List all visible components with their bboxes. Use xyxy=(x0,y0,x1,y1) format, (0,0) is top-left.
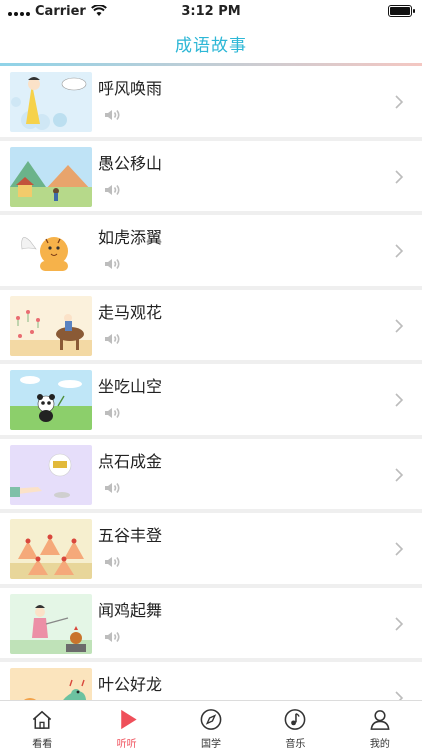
house-icon xyxy=(33,710,52,729)
tab-compass[interactable]: 国学 xyxy=(169,701,253,750)
status-time: 3:12 PM xyxy=(181,3,241,19)
story-row[interactable]: 坐吃山空 xyxy=(0,364,422,439)
tab-music-note[interactable]: 音乐 xyxy=(253,701,337,750)
tab-person[interactable]: 我的 xyxy=(338,701,422,750)
tab-label: 国学 xyxy=(201,739,222,750)
story-title: 愚公移山 xyxy=(98,153,163,173)
tab-label: 我的 xyxy=(369,739,390,750)
winged-tiger-illustration xyxy=(10,221,92,281)
dragon-illustration xyxy=(10,668,92,700)
person-icon xyxy=(370,710,390,730)
story-row[interactable]: 五谷丰登 xyxy=(0,513,422,588)
story-title: 五谷丰登 xyxy=(98,526,163,545)
chevron-right-icon xyxy=(395,393,404,407)
mountain-landscape-illustration xyxy=(10,146,92,207)
sword-dancer-rooster-illustration xyxy=(10,593,92,654)
chevron-right-icon xyxy=(395,169,404,184)
horse-rider-flowers-illustration xyxy=(10,295,92,356)
speaker-icon[interactable] xyxy=(102,478,122,498)
tab-label: 音乐 xyxy=(285,739,306,750)
tab-label: 看看 xyxy=(32,739,53,750)
story-row[interactable]: 愚公移山 xyxy=(0,140,422,215)
play-icon xyxy=(120,709,137,730)
finger-gold-illustration xyxy=(10,444,92,505)
story-title: 坐吃山空 xyxy=(98,377,163,396)
chevron-right-icon xyxy=(395,318,404,333)
story-title: 走马观花 xyxy=(98,302,163,322)
story-row[interactable]: 点石成金 xyxy=(0,438,422,513)
speaker-icon[interactable] xyxy=(102,254,122,274)
story-title: 呼风唤雨 xyxy=(98,79,163,98)
story-title: 闻鸡起舞 xyxy=(98,600,163,620)
story-row[interactable]: 呼风唤雨 xyxy=(0,66,422,141)
chevron-right-icon xyxy=(395,467,404,482)
story-row[interactable]: 如虎添翼 xyxy=(0,215,422,290)
grain-stacks-illustration xyxy=(10,519,92,579)
speaker-icon[interactable] xyxy=(102,552,122,572)
speaker-icon[interactable] xyxy=(102,180,122,200)
story-list[interactable]: 呼风唤雨愚公移山如虎添翼走马观花坐吃山空点石成金五谷丰登闻鸡起舞叶公好龙 xyxy=(0,66,422,700)
battery-icon xyxy=(388,5,415,17)
tab-bar: 看看 听听 国学 音乐 我的 xyxy=(0,700,422,750)
page-title: 成语故事 xyxy=(175,35,247,56)
nav-bar: 成语故事 xyxy=(0,22,422,64)
fairy-clouds-illustration xyxy=(10,72,92,132)
story-row[interactable]: 走马观花 xyxy=(0,289,422,364)
chevron-right-icon xyxy=(395,691,404,700)
chevron-right-icon xyxy=(395,95,404,109)
chevron-right-icon xyxy=(395,244,404,258)
speaker-icon[interactable] xyxy=(102,403,122,423)
tab-house[interactable]: 看看 xyxy=(0,701,84,750)
speaker-icon[interactable] xyxy=(102,329,122,349)
story-title: 点石成金 xyxy=(98,451,163,471)
music-note-icon xyxy=(285,709,306,730)
status-bar: Carrier 3:12 PM xyxy=(0,0,422,22)
chevron-right-icon xyxy=(395,616,404,631)
speaker-icon[interactable] xyxy=(102,627,122,647)
story-title: 如虎添翼 xyxy=(98,228,163,247)
panda-meadow-illustration xyxy=(10,370,92,430)
chevron-right-icon xyxy=(395,542,404,556)
tab-play[interactable]: 听听 xyxy=(84,701,168,750)
tab-label: 听听 xyxy=(116,739,137,750)
story-row[interactable]: 叶公好龙 xyxy=(0,662,422,700)
story-row[interactable]: 闻鸡起舞 xyxy=(0,587,422,662)
speaker-icon[interactable] xyxy=(102,105,122,125)
compass-icon xyxy=(200,709,222,730)
story-title: 叶公好龙 xyxy=(98,675,163,694)
